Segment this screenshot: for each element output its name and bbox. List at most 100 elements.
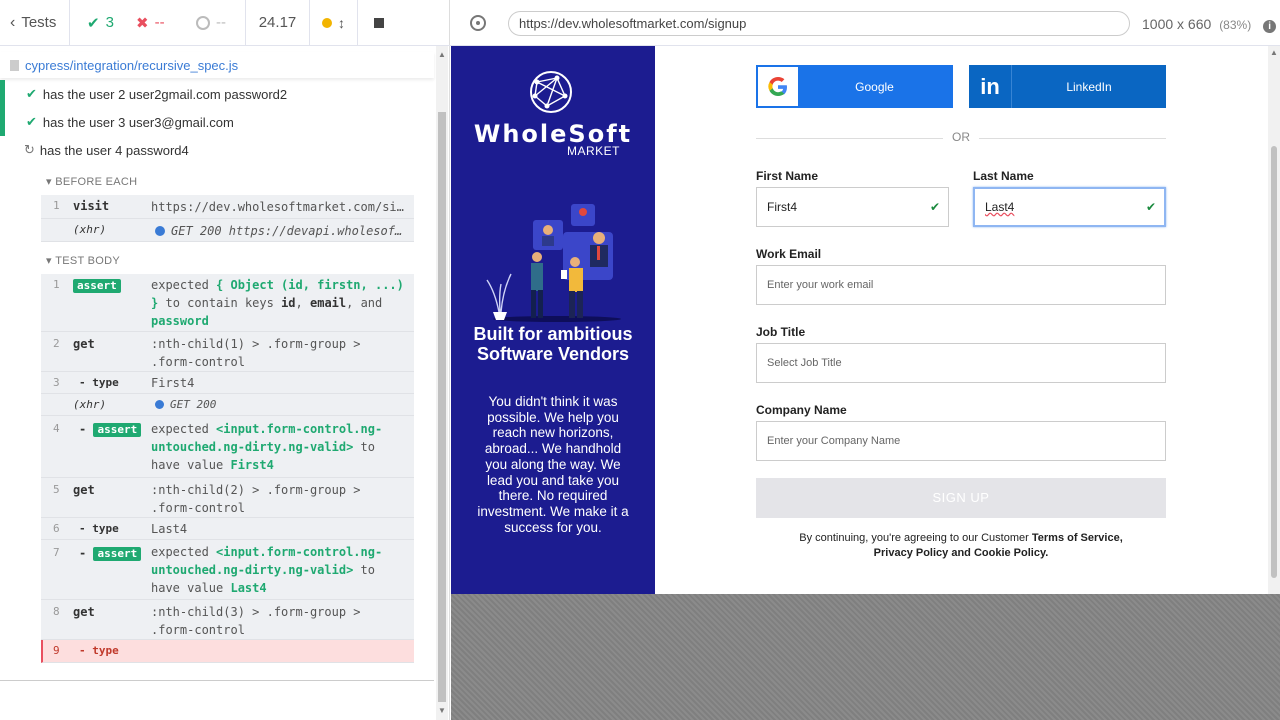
command-get-2[interactable]: 5 get :nth-child(2) > .form-group > .for… <box>41 478 414 518</box>
test-item-user-4[interactable]: ↻ has the user 4 password4 <box>0 136 434 164</box>
work-email-placeholder: Enter your work email <box>767 279 874 291</box>
linkedin-signin-button[interactable]: in LinkedIn <box>969 65 1166 108</box>
last-name-value: Last4 <box>985 200 1015 214</box>
test-item-user-2[interactable]: ✔ has the user 2 user2gmail.com password… <box>0 80 434 108</box>
file-icon <box>10 59 19 71</box>
command-assert-first[interactable]: 4 - assert expected <input.form-control.… <box>41 416 414 478</box>
command-message: :nth-child(2) > .form-group > .form-cont… <box>151 483 361 515</box>
command-get-3[interactable]: 8 get :nth-child(3) > .form-group > .for… <box>41 600 414 640</box>
command-message: :nth-child(3) > .form-group > .form-cont… <box>151 605 361 637</box>
crosshair-dot <box>476 21 480 25</box>
command-message: expected { Object (id, firstn, ...)} to … <box>151 278 404 328</box>
command-message: expected <input.form-control.ng-untouche… <box>151 422 383 472</box>
signup-button[interactable]: SIGN UP <box>756 478 1166 518</box>
pending-circle-icon <box>196 15 210 30</box>
brand-sidebar: WholeSoft MARKET Built for ambitious Sof… <box>451 46 655 594</box>
work-email-label: Work Email <box>756 247 822 261</box>
job-title-label: Job Title <box>756 325 806 339</box>
info-icon: i <box>1263 20 1277 33</box>
scroll-arrows-icon: ↕ <box>338 14 345 31</box>
company-name-input[interactable]: Enter your Company Name <box>756 421 1166 461</box>
signup-label: SIGN UP <box>932 490 990 505</box>
divider <box>0 680 434 681</box>
viewport-info[interactable]: 1000 x 660 (83%) i <box>1142 16 1277 33</box>
command-assert-last[interactable]: 7 - assert expected <input.form-control.… <box>41 540 414 600</box>
command-number: 1 <box>53 278 60 291</box>
frame-scroll-thumb[interactable] <box>1271 146 1277 578</box>
tests-nav-button[interactable]: ‹ Tests <box>0 0 70 46</box>
job-title-select[interactable]: Select Job Title <box>756 343 1166 383</box>
command-xhr-google[interactable]: (xhr) GET 200 https://accounts.google.co… <box>41 394 414 429</box>
check-icon: ✔ <box>26 86 37 101</box>
url-bar[interactable]: https://dev.wholesoftmarket.com/signup <box>508 11 1130 36</box>
command-message: First4 <box>151 376 195 390</box>
command-number: 7 <box>53 546 60 559</box>
test-item-user-3[interactable]: ✔ has the user 3 user3@gmail.com <box>0 108 434 136</box>
terms-text: By continuing, you're agreeing to our Cu… <box>756 531 1166 561</box>
google-signin-button[interactable]: Google <box>756 65 953 108</box>
command-name: - assert <box>79 546 142 561</box>
spec-file-bar[interactable]: cypress/integration/recursive_spec.js <box>0 52 434 78</box>
chevron-left-icon: ‹ <box>10 13 16 31</box>
command-message: GET 200 https://devapi.wholesof… <box>155 222 413 240</box>
before-each-hook[interactable]: ▾ BEFORE EACH <box>46 175 137 188</box>
command-visit[interactable]: 1 visit https://dev.wholesoftmarket.com/… <box>41 195 414 219</box>
check-icon: ✔ <box>87 14 100 32</box>
command-xhr[interactable]: (xhr) GET 200 https://devapi.wholesof… <box>41 219 414 242</box>
test-title: has the user 3 user3@gmail.com <box>42 114 234 130</box>
check-icon: ✔ <box>1145 200 1156 214</box>
first-name-value: First4 <box>767 200 797 214</box>
check-icon: ✔ <box>26 114 37 129</box>
command-name: - type <box>79 522 119 535</box>
status-dot-icon <box>322 17 332 28</box>
terms-of-service-link[interactable]: Terms of Service, <box>1032 532 1123 544</box>
globe-logo-icon <box>530 71 572 113</box>
command-type-last[interactable]: 6 - type Last4 <box>41 518 414 540</box>
auto-scroll-toggle[interactable]: ↕ <box>310 0 358 46</box>
stop-button[interactable] <box>358 0 400 46</box>
linkedin-icon: in <box>969 65 1012 108</box>
privacy-policy-link[interactable]: Privacy Policy and Cookie Policy. <box>874 547 1049 559</box>
spec-path: cypress/integration/recursive_spec.js <box>25 57 239 73</box>
command-type-failed[interactable]: 9 - type <box>41 640 414 663</box>
google-logo-svg <box>768 76 787 96</box>
brand-name: WholeSoft <box>473 120 633 148</box>
pass-indicator <box>0 108 5 136</box>
command-number: 2 <box>53 337 60 350</box>
reporter-scrollbar[interactable]: ▲ ▼ <box>436 46 448 720</box>
scroll-up-icon[interactable]: ▲ <box>1270 48 1278 57</box>
command-get-1[interactable]: 2 get :nth-child(1) > .form-group > .for… <box>41 332 414 372</box>
duration: 24.17 <box>246 0 310 46</box>
command-name: (xhr) <box>73 223 107 236</box>
check-icon: ✔ <box>929 200 940 214</box>
reporter-panel: ‹ Tests ✔ 3 ✖ -- -- 24.17 ↕ cypress/inte… <box>0 0 450 720</box>
viewport-scale: (83%) <box>1219 18 1252 32</box>
running-icon: ↻ <box>24 142 35 157</box>
assert-badge: assert <box>93 547 142 561</box>
google-icon <box>758 67 798 106</box>
frame-scrollbar[interactable]: ▲ <box>1268 46 1280 594</box>
scroll-thumb[interactable] <box>438 112 446 702</box>
command-type-first[interactable]: 3 - type First4 <box>41 372 414 394</box>
selector-playground-icon[interactable] <box>470 15 486 31</box>
test-title: has the user 4 password4 <box>39 142 189 158</box>
reporter-runnables: ✔ has the user 2 user2gmail.com password… <box>0 80 434 680</box>
x-icon: ✖ <box>136 14 149 32</box>
command-number: 3 <box>53 376 60 389</box>
command-name: get <box>73 605 95 619</box>
test-body-hook[interactable]: ▾ TEST BODY <box>46 254 120 267</box>
work-email-input[interactable]: Enter your work email <box>756 265 1166 305</box>
command-name: (xhr) <box>73 398 107 411</box>
signup-form: Google in LinkedIn OR First Name First4 … <box>655 46 1268 594</box>
last-name-input[interactable]: Last4 ✔ <box>973 187 1166 227</box>
headline: Built for ambitious Software Vendors <box>473 324 633 364</box>
linkedin-label: LinkedIn <box>1066 79 1112 94</box>
command-assert-keys[interactable]: 1 assert expected { Object (id, firstn, … <box>41 274 414 332</box>
command-message: expected <input.form-control.ng-untouche… <box>151 545 383 595</box>
first-name-input[interactable]: First4 ✔ <box>756 187 949 227</box>
scroll-down-icon[interactable]: ▼ <box>438 706 446 715</box>
command-message: https://dev.wholesoftmarket.com/si… <box>151 200 404 214</box>
xhr-dot-icon <box>155 400 164 409</box>
scroll-up-icon[interactable]: ▲ <box>438 50 446 59</box>
command-name: get <box>73 483 95 497</box>
